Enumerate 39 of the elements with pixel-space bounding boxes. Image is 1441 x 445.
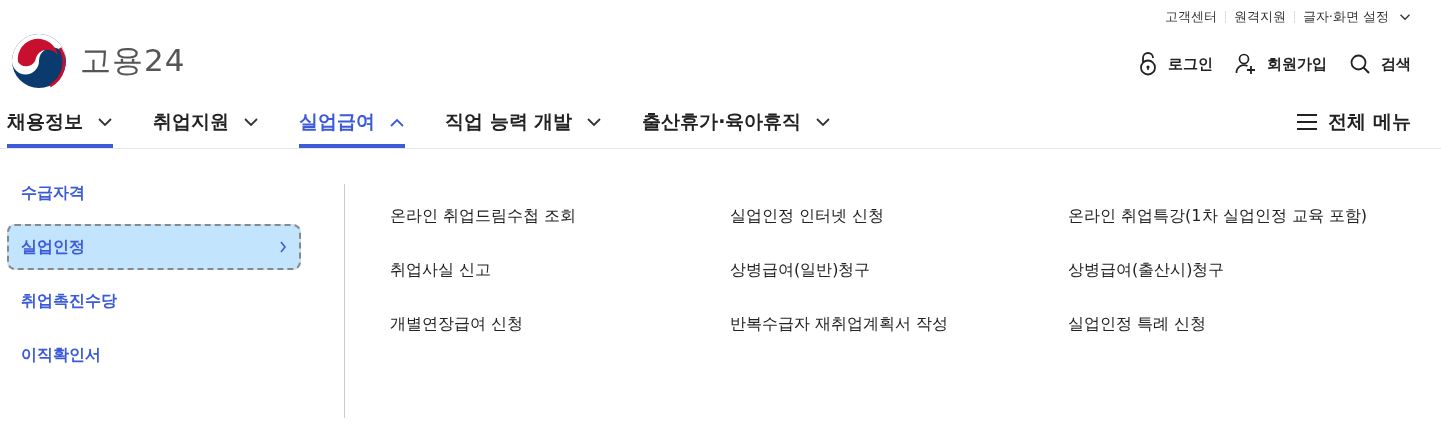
submenu-link[interactable]: 반복수급자 재취업계획서 작성 [730, 314, 949, 333]
search-icon [1349, 53, 1371, 75]
chevron-up-icon [389, 117, 405, 127]
submenu-link[interactable]: 온라인 취업특강(1차 실업인정 교육 포함) [1068, 206, 1367, 225]
submenu-link[interactable]: 취업사실 신고 [390, 260, 492, 279]
chevron-down-icon [586, 117, 603, 127]
nav-tab[interactable]: 직업 능력 개발 [445, 96, 603, 148]
submenu-link[interactable]: 실업인정 특례 신청 [1068, 314, 1207, 333]
chevron-down-icon [97, 117, 113, 127]
chevron-down-icon [815, 117, 832, 127]
submenu-link[interactable]: 온라인 취업드림수첩 조회 [390, 206, 577, 225]
signup-button[interactable]: 회원가입 [1235, 52, 1327, 76]
submenu-item[interactable]: 이직확인서 [7, 332, 301, 378]
nav-tab[interactable]: 출산휴가·육아휴직 [642, 96, 832, 148]
utility-link[interactable]: 글자·화면 설정 [1293, 11, 1397, 23]
taegeuk-logo-icon [10, 32, 68, 90]
login-button[interactable]: 로그인 [1138, 52, 1213, 76]
submenu-link[interactable]: 상병급여(일반)청구 [730, 260, 871, 279]
nav-tab[interactable]: 실업급여 [299, 96, 405, 148]
nav-tab[interactable]: 취업지원 [153, 96, 259, 148]
search-button[interactable]: 검색 [1349, 52, 1411, 76]
menu-icon [1296, 113, 1319, 131]
submenu-item[interactable]: 실업인정 [7, 224, 301, 270]
utility-link[interactable]: 고객센터 [1156, 11, 1225, 23]
submenu-item[interactable]: 수급자격 [7, 170, 301, 216]
chevron-down-icon [243, 117, 259, 127]
submenu-link[interactable]: 상병급여(출산시)청구 [1068, 260, 1225, 279]
nav-tab[interactable]: 채용정보 [7, 96, 113, 148]
chevron-right-icon [279, 241, 287, 253]
logo-text: 고용24 [80, 41, 186, 80]
submenu-item[interactable]: 취업촉진수당 [7, 278, 301, 324]
site-logo[interactable]: 고용24 [10, 32, 186, 90]
utility-link[interactable]: 원격지원 [1224, 11, 1294, 23]
submenu-link[interactable]: 실업인정 인터넷 신청 [730, 206, 885, 225]
add-user-icon [1235, 53, 1257, 75]
submenu-link[interactable]: 개별연장급여 신청 [390, 314, 524, 333]
chevron-down-icon [1399, 13, 1411, 21]
unlock-icon [1138, 52, 1158, 76]
all-menu-button[interactable]: 전체 메뉴 [1296, 96, 1411, 148]
